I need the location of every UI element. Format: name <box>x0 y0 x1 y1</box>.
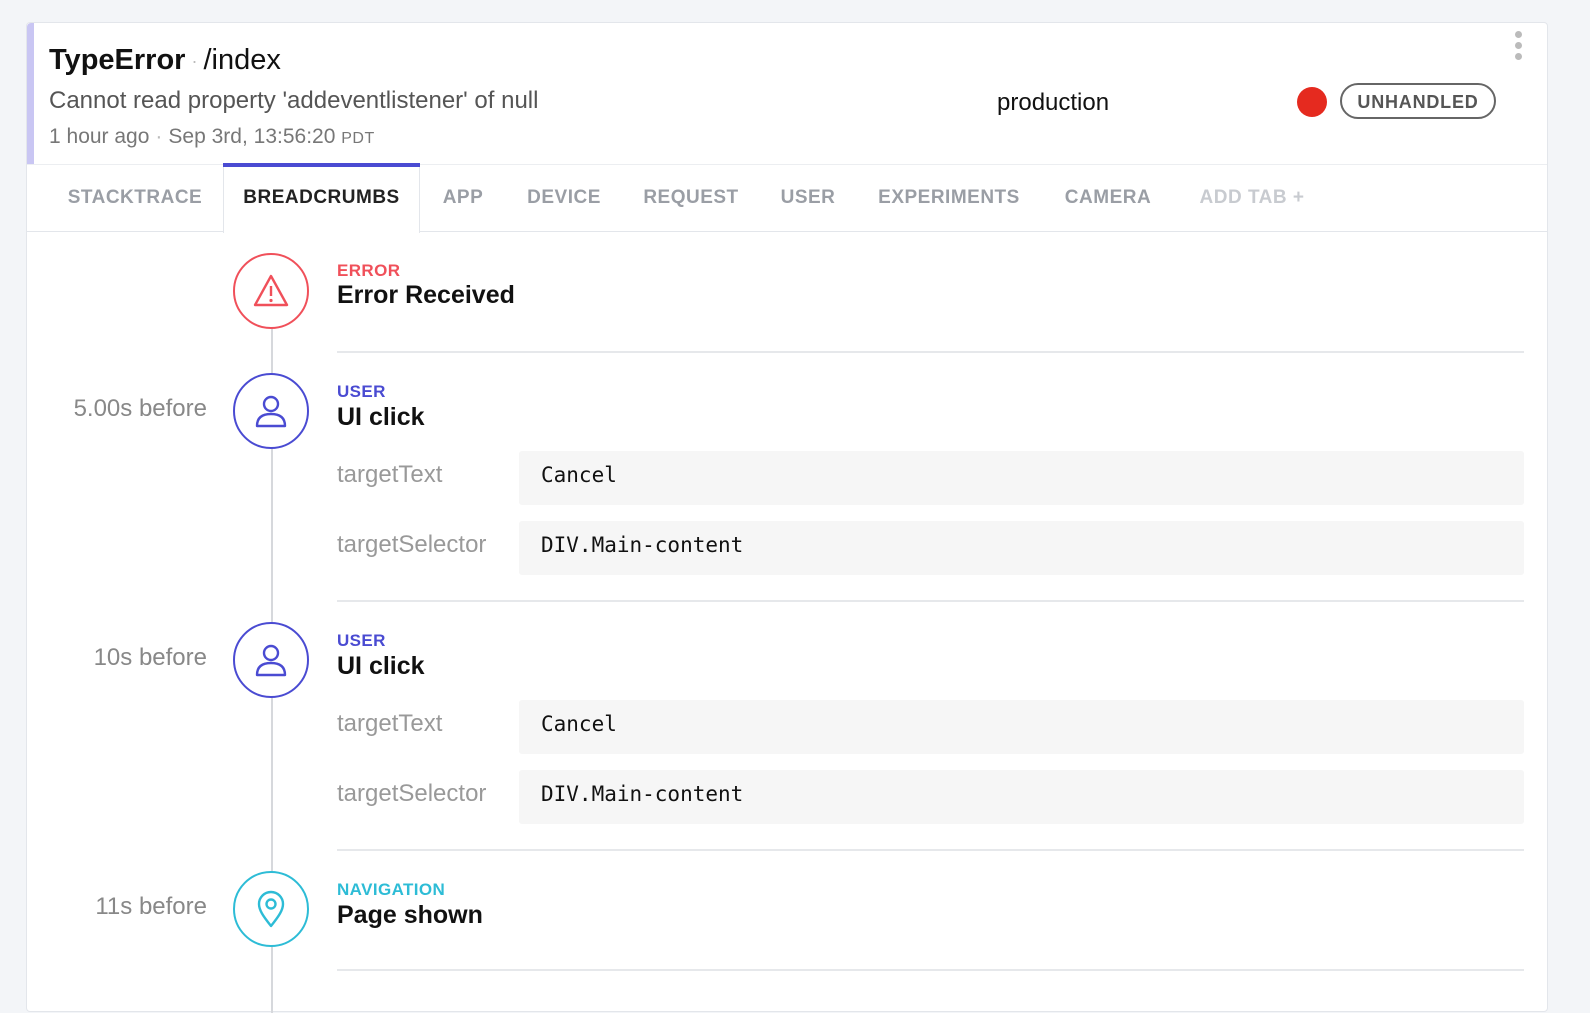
error-class: TypeError <box>49 44 186 76</box>
divider <box>337 969 1524 971</box>
error-time: 1 hour ago · Sep 3rd, 13:56:20 PDT <box>49 125 375 149</box>
title-separator: · <box>191 51 198 72</box>
metadata-value: DIV.Main-content <box>519 521 1524 575</box>
breadcrumb-type: USER <box>337 382 386 401</box>
location-pin-icon <box>233 871 309 947</box>
metadata-key: targetText <box>337 461 443 488</box>
metadata-value: Cancel <box>519 451 1524 505</box>
more-options-icon[interactable] <box>1515 31 1525 64</box>
warning-icon <box>233 253 309 329</box>
divider <box>337 849 1524 851</box>
relative-time: 1 hour ago <box>49 125 150 148</box>
divider <box>337 600 1524 602</box>
breadcrumb-type: ERROR <box>337 261 401 280</box>
breadcrumb-time: 5.00s before <box>73 395 207 422</box>
tab-breadcrumbs[interactable]: BREADCRUMBS <box>223 163 420 233</box>
tab-user[interactable]: USER <box>773 165 843 232</box>
breadcrumb-time: 11s before <box>95 893 207 920</box>
breadcrumb-time: 10s before <box>93 644 207 671</box>
timezone: PDT <box>341 130 375 147</box>
tab-app[interactable]: APP <box>431 165 495 232</box>
accent-bar <box>27 23 34 164</box>
divider <box>337 351 1524 353</box>
unhandled-badge: UNHANDLED <box>1340 83 1496 119</box>
environment-label: production <box>997 89 1110 116</box>
metadata-value: DIV.Main-content <box>519 770 1524 824</box>
error-message: Cannot read property 'addeventlistener' … <box>49 87 539 114</box>
breadcrumb-name: Error Received <box>337 281 515 309</box>
breadcrumb-name: UI click <box>337 403 425 431</box>
tab-stacktrace[interactable]: STACKTRACE <box>49 165 221 232</box>
tab-bar: STACKTRACE BREADCRUMBS APP DEVICE REQUES… <box>27 163 1547 233</box>
tab-device[interactable]: DEVICE <box>517 165 611 232</box>
time-separator: · <box>155 125 163 148</box>
metadata-key: targetText <box>337 710 443 737</box>
severity-indicator <box>1297 87 1327 117</box>
error-title: TypeError ·/index <box>49 43 281 78</box>
breadcrumb-name: Page shown <box>337 901 483 929</box>
breadcrumb-name: UI click <box>337 652 425 680</box>
timestamp: Sep 3rd, 13:56:20 <box>168 125 336 148</box>
tab-request[interactable]: REQUEST <box>635 165 747 232</box>
error-details-card: TypeError ·/index Cannot read property 'a… <box>26 22 1548 1013</box>
user-icon <box>233 622 309 698</box>
error-context: /index <box>203 44 281 76</box>
tab-experiments[interactable]: EXPERIMENTS <box>869 165 1029 232</box>
breadcrumb-type: USER <box>337 631 386 650</box>
user-icon <box>233 373 309 449</box>
metadata-key: targetSelector <box>337 780 487 807</box>
add-tab-button[interactable]: ADD TAB + <box>1187 165 1317 232</box>
breadcrumb-type: NAVIGATION <box>337 880 446 899</box>
metadata-value: Cancel <box>519 700 1524 754</box>
tab-camera[interactable]: CAMERA <box>1053 165 1163 232</box>
metadata-key: targetSelector <box>337 531 487 558</box>
